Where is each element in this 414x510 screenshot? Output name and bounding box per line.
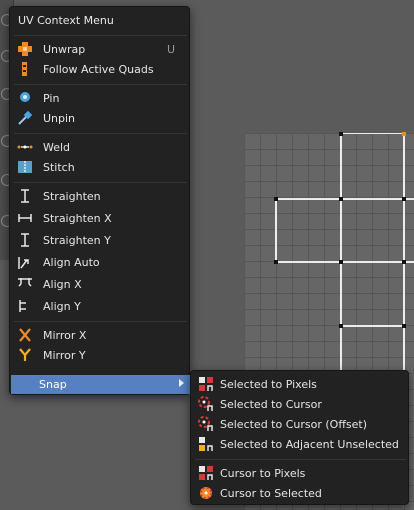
- selected-to-adjacent-unselected-item[interactable]: Selected to Adjacent Unselected: [195, 434, 406, 454]
- unwrap-menu-item[interactable]: Unwrap U: [14, 39, 187, 59]
- snap-cursor-selected-icon: [200, 487, 212, 499]
- menu-separator: [14, 133, 187, 134]
- snap-submenu: Selected to Pixels Selected to Cursor Se…: [190, 370, 409, 505]
- uv-vertex[interactable]: [339, 324, 343, 328]
- straighten-y-menu-item[interactable]: Straighten Y: [14, 230, 187, 250]
- uv-vertex[interactable]: [402, 324, 406, 328]
- uv-vertex[interactable]: [339, 260, 343, 264]
- snap-menu-item[interactable]: Snap: [11, 375, 190, 394]
- selected-to-cursor-offset-item[interactable]: Selected to Cursor (Offset): [195, 414, 406, 434]
- stitch-icon: [18, 161, 32, 173]
- straighten-x-icon: [18, 214, 32, 222]
- menu-separator: [14, 321, 187, 322]
- uv-edge: [340, 325, 404, 327]
- straighten-x-menu-item[interactable]: Straighten X: [14, 208, 187, 228]
- snap-cursor-pixels-icon: [199, 466, 213, 480]
- unwrap-icon: [18, 42, 32, 56]
- uv-vertex[interactable]: [274, 260, 278, 264]
- uv-vertex[interactable]: [402, 260, 406, 264]
- mirror-y-menu-item[interactable]: Mirror Y: [14, 345, 187, 365]
- uv-edge: [275, 198, 277, 262]
- uv-edge: [340, 133, 403, 134]
- straighten-menu-item[interactable]: Straighten: [14, 186, 187, 206]
- selected-to-pixels-item[interactable]: Selected to Pixels: [195, 374, 406, 394]
- snap-selected-pixels-icon: [199, 377, 213, 391]
- uv-edge: [275, 261, 414, 263]
- selected-to-cursor-item[interactable]: Selected to Cursor: [195, 394, 406, 414]
- unpin-icon: [18, 110, 33, 125]
- weld-icon: [17, 145, 33, 149]
- mirror-y-icon: [19, 348, 31, 361]
- pin-icon: [20, 92, 30, 102]
- straighten-y-icon: [21, 233, 29, 247]
- uv-edge: [275, 198, 414, 200]
- snap-adjacent-icon: [199, 437, 213, 451]
- follow-active-quads-menu-item[interactable]: Follow Active Quads: [14, 59, 187, 79]
- mirror-x-icon: [19, 328, 31, 342]
- uv-vertex[interactable]: [339, 197, 343, 201]
- shortcut-label: U: [166, 42, 175, 56]
- mirror-x-menu-item[interactable]: Mirror X: [14, 325, 187, 345]
- menu-separator: [195, 459, 406, 460]
- align-auto-icon: [18, 257, 29, 269]
- uv-context-menu: UV Context Menu Unwrap U Follow Active Q…: [9, 6, 190, 395]
- align-x-menu-item[interactable]: Align X: [14, 274, 187, 294]
- uv-vertex[interactable]: [402, 197, 406, 201]
- snap-selected-cursor-icon: [198, 396, 213, 411]
- uv-vertex[interactable]: [274, 197, 278, 201]
- submenu-arrow-icon: [179, 379, 184, 387]
- menu-title: UV Context Menu: [18, 14, 114, 27]
- follow-quads-icon: [22, 62, 27, 76]
- align-y-icon: [19, 300, 26, 312]
- align-x-icon: [18, 278, 32, 287]
- snap-selected-cursor-offset-icon: [198, 416, 213, 431]
- align-y-menu-item[interactable]: Align Y: [14, 296, 187, 316]
- pin-menu-item[interactable]: Pin: [14, 88, 187, 108]
- uv-vertex-selected[interactable]: [402, 132, 406, 136]
- weld-menu-item[interactable]: Weld: [14, 137, 187, 157]
- unpin-menu-item[interactable]: Unpin: [14, 108, 187, 128]
- cursor-to-pixels-item[interactable]: Cursor to Pixels: [195, 463, 406, 483]
- menu-separator: [14, 35, 187, 36]
- uv-vertex[interactable]: [339, 132, 343, 136]
- stitch-menu-item[interactable]: Stitch: [14, 157, 187, 177]
- menu-separator: [14, 84, 187, 85]
- straighten-icon: [21, 189, 29, 203]
- menu-separator: [14, 182, 187, 183]
- align-auto-menu-item[interactable]: Align Auto: [14, 252, 187, 272]
- cursor-to-selected-item[interactable]: Cursor to Selected: [195, 483, 406, 503]
